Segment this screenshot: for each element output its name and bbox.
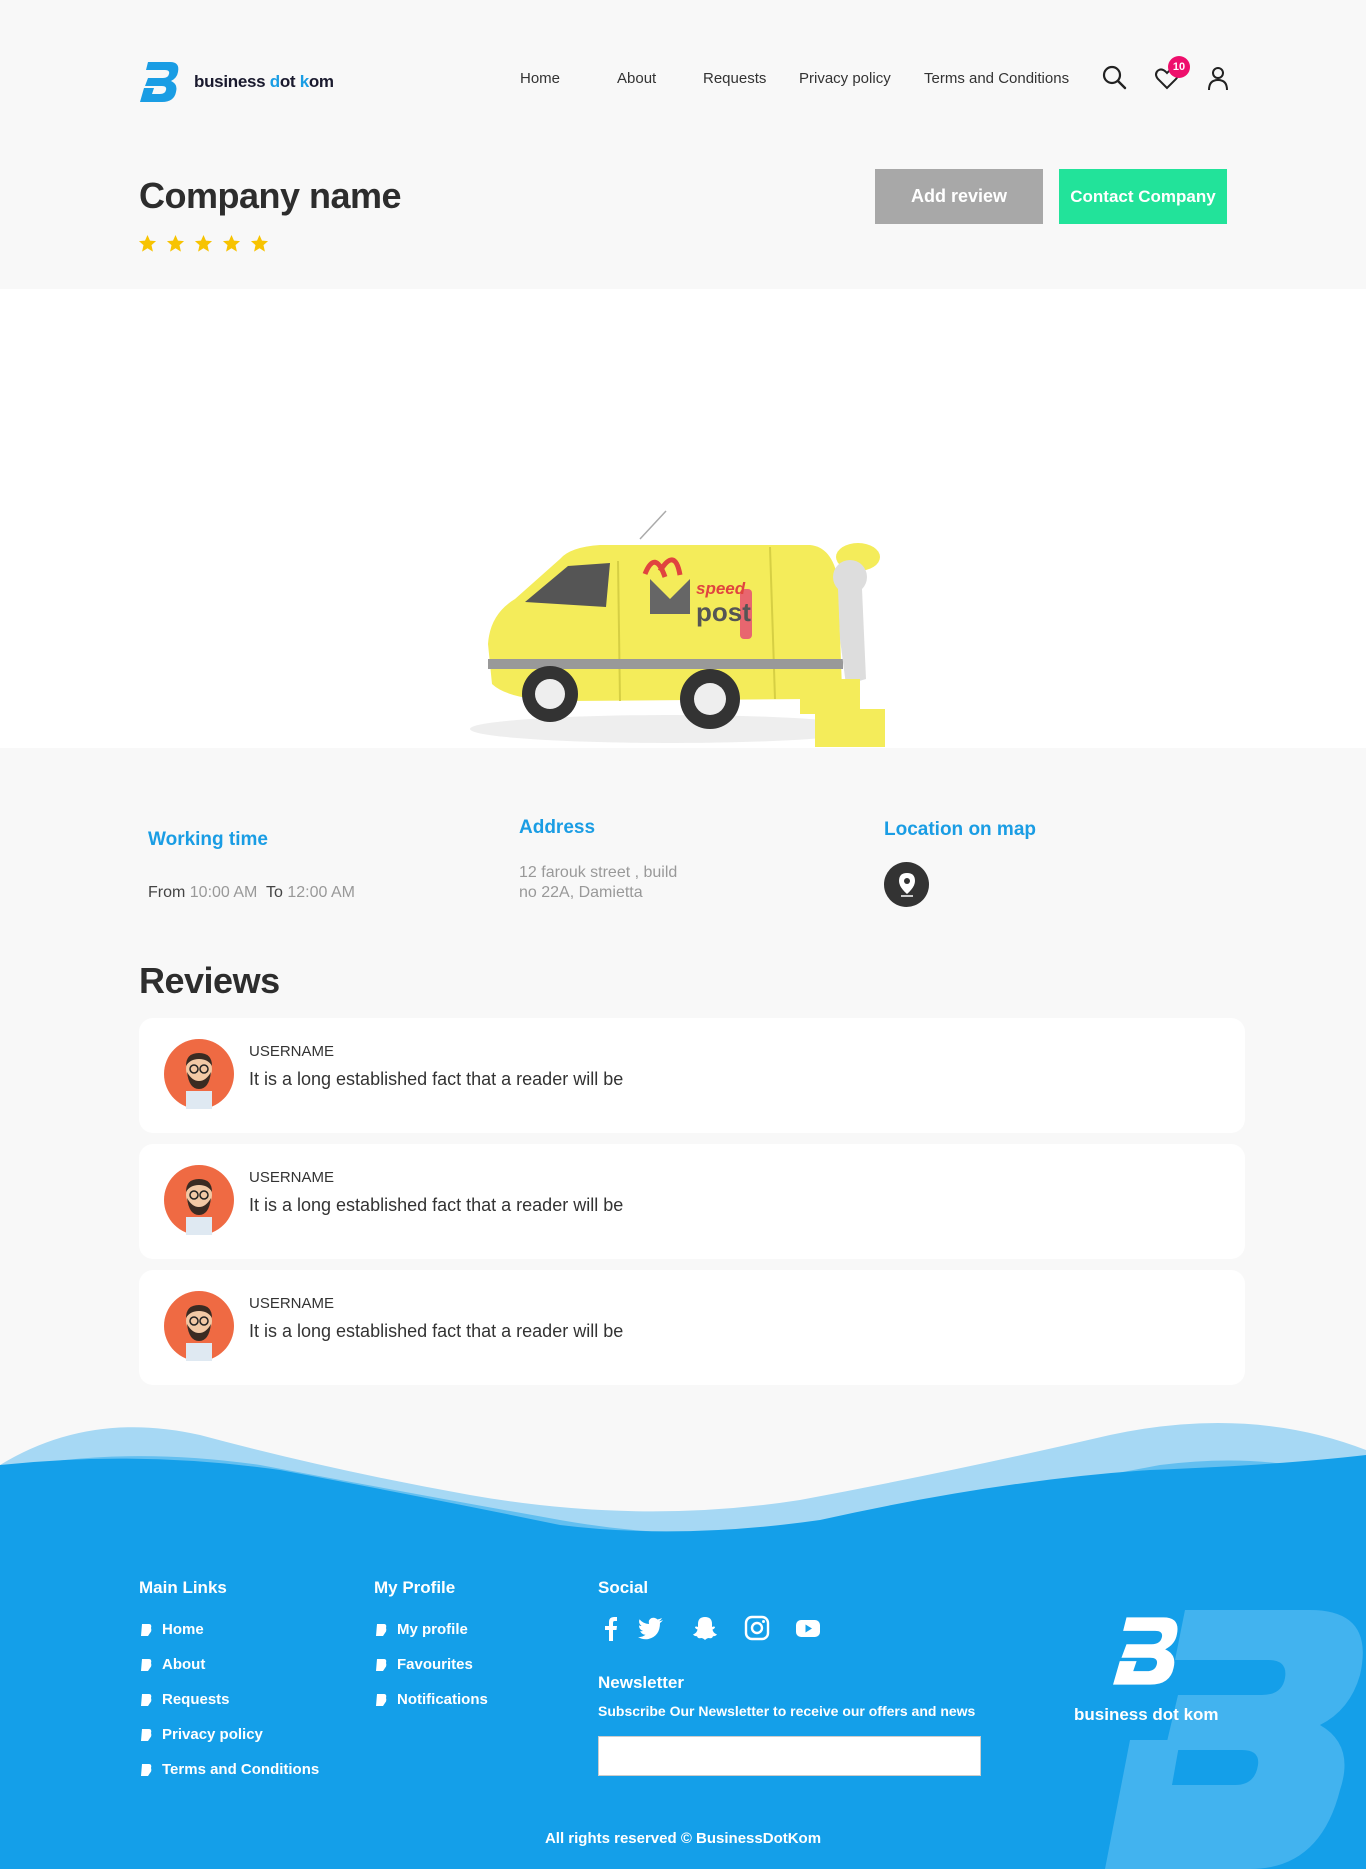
van-brand-big: post (696, 597, 751, 627)
working-time-range: From 10:00 AM To 12:00 AM (148, 884, 355, 901)
map-pin-button[interactable] (884, 862, 929, 907)
avatar (164, 1291, 234, 1361)
bullet-icon (141, 1623, 152, 1636)
copyright: All rights reserved © BusinessDotKom (544, 1830, 822, 1847)
footer-link-privacy[interactable]: Privacy policy (139, 1726, 263, 1743)
working-time-title: Working time (148, 829, 268, 850)
reviews-title: Reviews (139, 960, 280, 1001)
address-title: Address (519, 817, 596, 838)
newsletter-email-input[interactable] (598, 1736, 981, 1776)
contact-company-button[interactable]: Contact Company (1059, 169, 1227, 224)
header: business dot kom Home About Requests Pri… (0, 0, 1366, 160)
review-username: USERNAME (249, 1043, 335, 1060)
facebook-icon[interactable] (598, 1614, 626, 1642)
footer-link-my-profile[interactable]: My profile (374, 1621, 468, 1638)
bullet-icon (141, 1763, 152, 1776)
footer-logo-mark-icon (1113, 1617, 1178, 1685)
bullet-icon (376, 1623, 387, 1636)
company-title: Company name (139, 175, 402, 216)
youtube-icon[interactable] (794, 1614, 822, 1642)
review-card: USERNAME It is a long established fact t… (139, 1270, 1245, 1385)
map-title: Location on map (884, 819, 1036, 840)
address-line-1: 12 farouk street , build (519, 864, 678, 881)
bullet-icon (376, 1658, 387, 1671)
favourites-badge: 10 (1168, 56, 1190, 78)
user-icon[interactable] (1205, 65, 1231, 91)
review-text: It is a long established fact that a rea… (249, 1321, 624, 1341)
bullet-icon (141, 1728, 152, 1741)
avatar (164, 1039, 234, 1109)
nav-about[interactable]: About (617, 70, 656, 87)
newsletter-title: Newsletter (598, 1673, 684, 1692)
address-line-2: no 22A, Damietta (519, 884, 643, 901)
bullet-icon (141, 1693, 152, 1706)
review-username: USERNAME (249, 1295, 335, 1312)
star-icon (138, 234, 157, 252)
star-icon (194, 234, 213, 252)
nav-terms[interactable]: Terms and Conditions (924, 70, 1069, 87)
footer-link-home[interactable]: Home (139, 1621, 204, 1638)
star-icon (250, 234, 269, 252)
star-icon (166, 234, 185, 252)
bullet-icon (376, 1693, 387, 1706)
review-text: It is a long established fact that a rea… (249, 1069, 624, 1089)
nav-requests[interactable]: Requests (703, 70, 766, 87)
hero-image: speed post (0, 289, 1366, 748)
footer-link-terms[interactable]: Terms and Conditions (139, 1761, 319, 1778)
add-review-button[interactable]: Add review (875, 169, 1043, 224)
nav-privacy-policy[interactable]: Privacy policy (799, 70, 891, 87)
location-pin-icon (898, 872, 915, 897)
delivery-van-illustration: speed post (470, 510, 885, 747)
avatar (164, 1165, 234, 1235)
search-icon[interactable] (1101, 64, 1127, 90)
footer-link-about[interactable]: About (139, 1656, 205, 1673)
footer-link-requests[interactable]: Requests (139, 1691, 230, 1708)
review-username: USERNAME (249, 1169, 335, 1186)
review-card: USERNAME It is a long established fact t… (139, 1144, 1245, 1259)
footer-main-links-title: Main Links (139, 1578, 227, 1597)
review-text: It is a long established fact that a rea… (249, 1195, 624, 1215)
newsletter-subtitle: Subscribe Our Newsletter to receive our … (598, 1703, 976, 1719)
footer-link-notifications[interactable]: Notifications (374, 1691, 488, 1708)
nav-home[interactable]: Home (520, 70, 560, 87)
footer-link-favourites[interactable]: Favourites (374, 1656, 473, 1673)
twitter-icon[interactable] (637, 1614, 665, 1642)
rating-stars (138, 234, 269, 253)
star-icon (222, 234, 241, 252)
snapchat-icon[interactable] (691, 1614, 719, 1642)
footer-social-title: Social (598, 1578, 649, 1597)
bullet-icon (141, 1658, 152, 1671)
footer-logo-text: business dot kom (1074, 1705, 1219, 1724)
van-brand-small: speed (696, 579, 746, 598)
review-card: USERNAME It is a long established fact t… (139, 1018, 1245, 1133)
instagram-icon[interactable] (743, 1614, 771, 1642)
footer-profile-title: My Profile (374, 1578, 456, 1597)
